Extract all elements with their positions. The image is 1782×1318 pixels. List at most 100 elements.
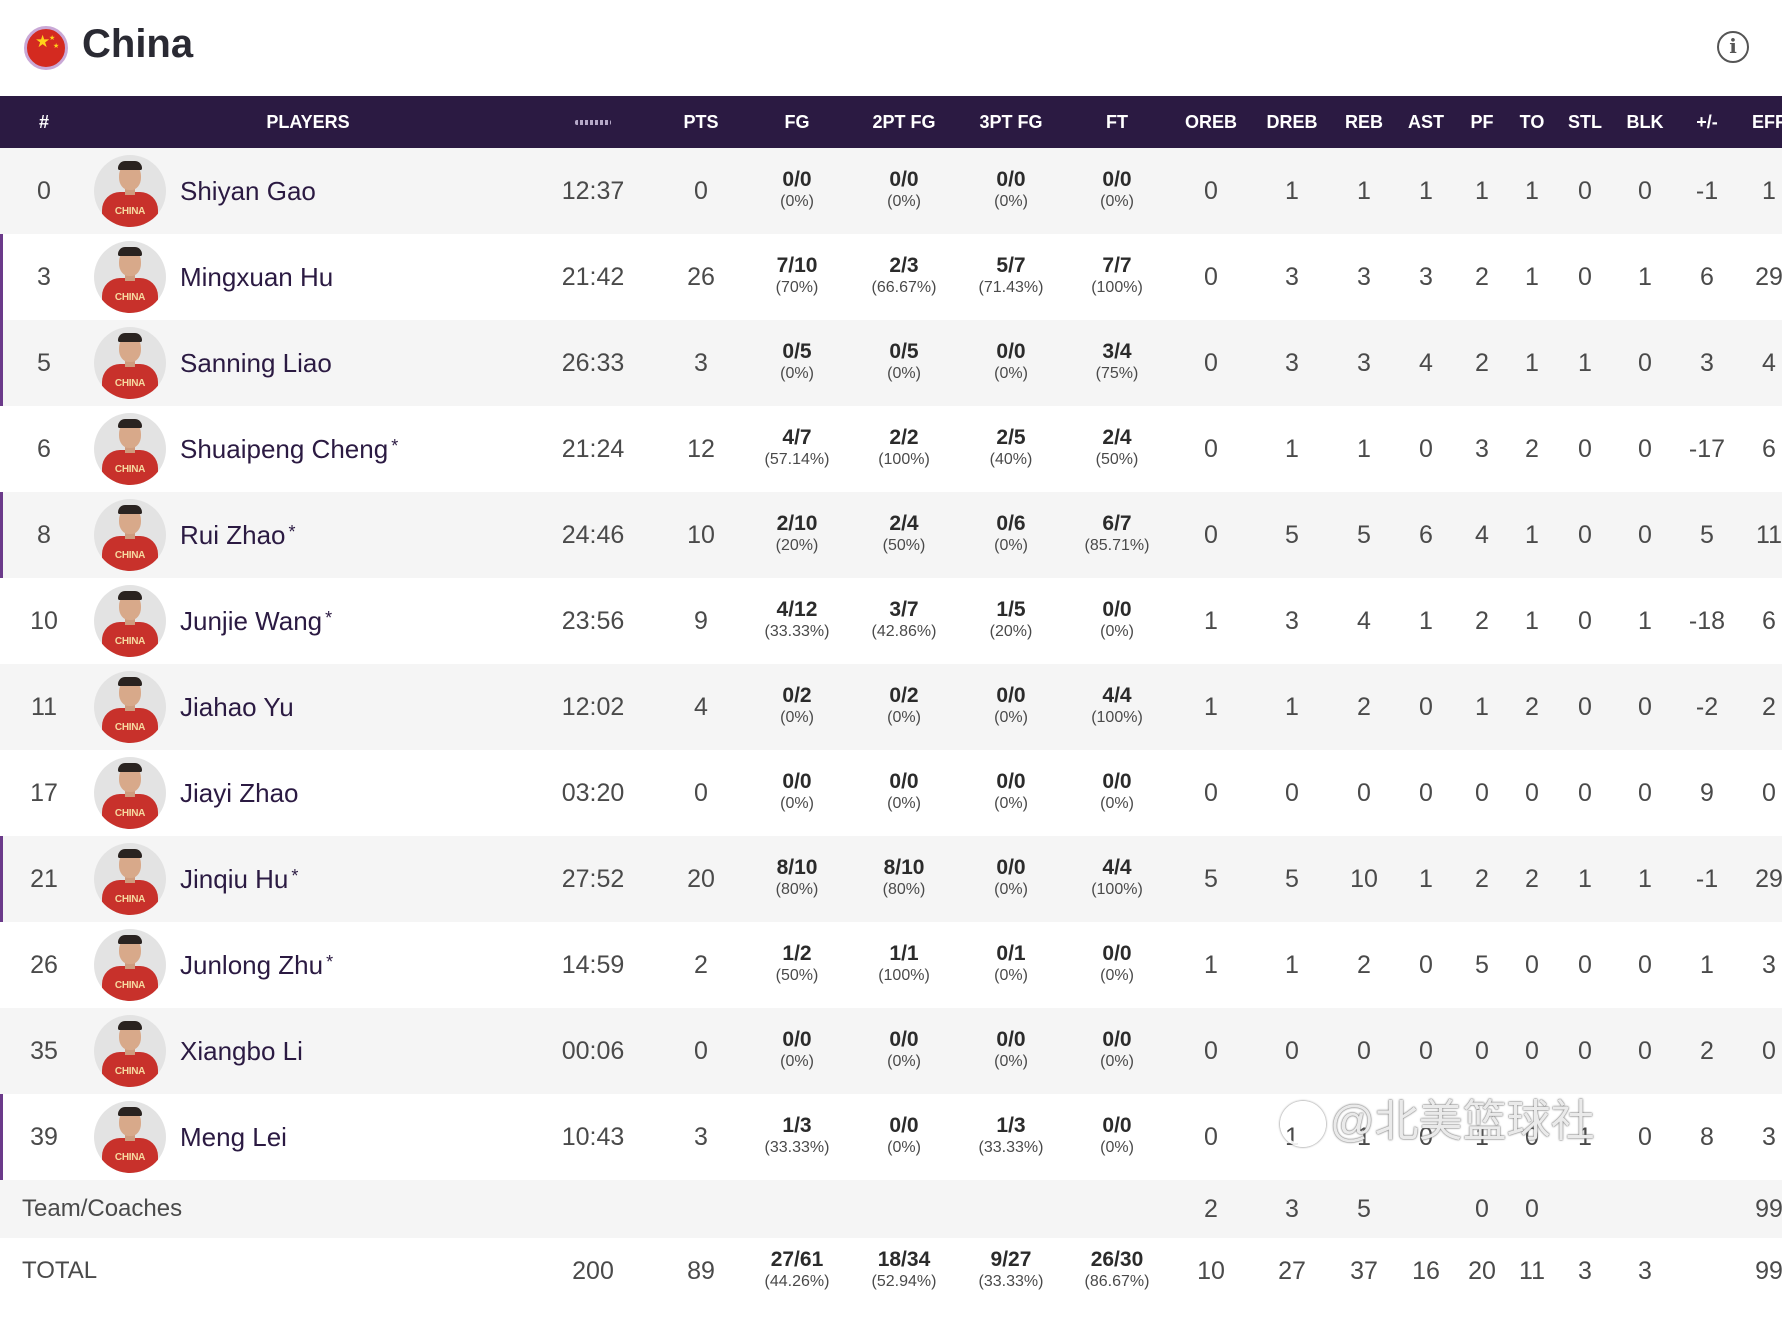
column-header-13[interactable]: TO bbox=[1508, 96, 1556, 148]
oreb: 0 bbox=[1170, 750, 1252, 836]
player-row[interactable]: 0 CHINA Shiyan Gao 12:37 0 0/0 (0%) 0/0 (0%) 0… bbox=[0, 148, 1782, 234]
column-header-15[interactable]: BLK bbox=[1614, 96, 1676, 148]
player-name[interactable]: Junlong Zhu * bbox=[180, 950, 333, 981]
fg2-pct: (0%) bbox=[887, 364, 921, 382]
eff: 29 bbox=[1738, 234, 1782, 320]
player-name-text: Rui Zhao bbox=[180, 519, 286, 550]
reb: 5 bbox=[1332, 492, 1396, 578]
column-header-17[interactable]: EFF bbox=[1738, 96, 1782, 148]
player-row[interactable]: 8 CHINA Rui Zhao * 24:46 10 2/10 (20%) 2/4 (50… bbox=[0, 492, 1782, 578]
plus-minus: 8 bbox=[1676, 1094, 1738, 1180]
player-cell[interactable]: CHINA Jiahao Yu bbox=[88, 664, 528, 750]
player-name[interactable]: Junjie Wang * bbox=[180, 606, 332, 637]
column-header-8[interactable]: OREB bbox=[1170, 96, 1252, 148]
column-header-2[interactable] bbox=[528, 96, 658, 148]
player-row[interactable]: 3 CHINA Mingxuan Hu 21:42 26 7/10 (70%) 2/3(… bbox=[0, 234, 1782, 320]
stl: 0 bbox=[1556, 492, 1614, 578]
starter-mark: * bbox=[325, 607, 333, 628]
jersey-text: CHINA bbox=[114, 636, 146, 647]
player-row[interactable]: 11 CHINA Jiahao Yu 12:02 4 0/2 (0%) 0/2 (0%) 0… bbox=[0, 664, 1782, 750]
column-header-11[interactable]: AST bbox=[1396, 96, 1456, 148]
fg3-pct: (0%) bbox=[994, 536, 1028, 554]
fg3-made: 0/0 bbox=[996, 856, 1026, 880]
fg: 7/10 (70%) bbox=[744, 234, 850, 320]
fg-pct: (0%) bbox=[780, 364, 814, 382]
minutes: 10:43 bbox=[528, 1094, 658, 1180]
column-header-6[interactable]: 3PT FG bbox=[958, 96, 1064, 148]
player-row[interactable]: 10 CHINA Junjie Wang * 23:56 9 4/12 (33.33%)… bbox=[0, 578, 1782, 664]
ft-made: 6/7 bbox=[1102, 512, 1132, 536]
team-pm bbox=[1676, 1180, 1738, 1238]
column-header-16[interactable]: +/- bbox=[1676, 96, 1738, 148]
stl: 0 bbox=[1556, 1008, 1614, 1094]
fg-pct: (20%) bbox=[775, 536, 819, 554]
column-header-0[interactable]: # bbox=[0, 96, 88, 148]
player-cell[interactable]: CHINA Jiayi Zhao bbox=[88, 750, 528, 836]
points: 0 bbox=[658, 750, 744, 836]
column-header-9[interactable]: DREB bbox=[1252, 96, 1332, 148]
info-icon[interactable]: i bbox=[1717, 31, 1749, 63]
column-header-7[interactable]: FT bbox=[1064, 96, 1170, 148]
player-row[interactable]: 17 CHINA Jiayi Zhao 03:20 0 0/0 (0%) 0/0 (0%)… bbox=[0, 750, 1782, 836]
player-name[interactable]: Jinqiu Hu * bbox=[180, 864, 298, 895]
player-name[interactable]: Shiyan Gao bbox=[180, 176, 319, 207]
player-avatar: CHINA bbox=[94, 241, 166, 313]
watermark-text: @北美篮球社 bbox=[1330, 1097, 1595, 1146]
eff: 0 bbox=[1738, 750, 1782, 836]
starter-mark: * bbox=[288, 521, 296, 542]
column-header-12[interactable]: PF bbox=[1456, 96, 1508, 148]
jersey-text: CHINA bbox=[114, 206, 146, 217]
to: 1 bbox=[1508, 492, 1556, 578]
fg2-pct: (100%) bbox=[878, 966, 930, 984]
column-header-10[interactable]: REB bbox=[1332, 96, 1396, 148]
ft-made: 4/4 bbox=[1102, 684, 1132, 708]
player-cell[interactable]: CHINA Xiangbo Li bbox=[88, 1008, 528, 1094]
player-row[interactable]: 6 CHINA Shuaipeng Cheng * 21:24 12 4/7 (57.1… bbox=[0, 406, 1782, 492]
fg3-pct: (0%) bbox=[994, 966, 1028, 984]
ft-pct: (75%) bbox=[1095, 364, 1139, 382]
column-header-14[interactable]: STL bbox=[1556, 96, 1614, 148]
player-cell[interactable]: CHINA Sanning Liao bbox=[88, 320, 528, 406]
dreb: 5 bbox=[1252, 492, 1332, 578]
player-name[interactable]: Jiahao Yu bbox=[180, 692, 297, 723]
player-name[interactable]: Meng Lei bbox=[180, 1122, 290, 1153]
player-name[interactable]: Sanning Liao bbox=[180, 348, 335, 379]
player-cell[interactable]: CHINA Meng Lei bbox=[88, 1094, 528, 1180]
player-cell[interactable]: CHINA Junlong Zhu * bbox=[88, 922, 528, 1008]
ft-made: 0/0 bbox=[1102, 168, 1132, 192]
ft-pct: (100%) bbox=[1091, 278, 1143, 296]
reb: 4 bbox=[1332, 578, 1396, 664]
player-name[interactable]: Shuaipeng Cheng * bbox=[180, 434, 398, 465]
player-avatar: CHINA bbox=[94, 585, 166, 657]
player-name[interactable]: Xiangbo Li bbox=[180, 1036, 306, 1067]
total-fg3: 9/27 (33.33%) bbox=[958, 1238, 1064, 1304]
to: 0 bbox=[1508, 922, 1556, 1008]
player-cell[interactable]: CHINA Jinqiu Hu * bbox=[88, 836, 528, 922]
column-header-3[interactable]: PTS bbox=[658, 96, 744, 148]
player-name[interactable]: Mingxuan Hu bbox=[180, 262, 336, 293]
jersey-number: 0 bbox=[0, 148, 88, 234]
player-cell[interactable]: CHINA Rui Zhao * bbox=[88, 492, 528, 578]
player-avatar: CHINA bbox=[94, 671, 166, 743]
player-cell[interactable]: CHINA Shiyan Gao bbox=[88, 148, 528, 234]
player-cell[interactable]: CHINA Shuaipeng Cheng * bbox=[88, 406, 528, 492]
player-name-text: Junlong Zhu bbox=[180, 949, 324, 980]
player-cell[interactable]: CHINA Junjie Wang * bbox=[88, 578, 528, 664]
player-row[interactable]: 26 CHINA Junlong Zhu * 14:59 2 1/2 (50%) 1/1(… bbox=[0, 922, 1782, 1008]
to: 2 bbox=[1508, 836, 1556, 922]
points: 9 bbox=[658, 578, 744, 664]
plus-minus: 3 bbox=[1676, 320, 1738, 406]
player-name-text: Shiyan Gao bbox=[180, 175, 316, 206]
player-name[interactable]: Rui Zhao * bbox=[180, 520, 296, 551]
player-row[interactable]: 5 CHINA Sanning Liao 26:33 3 0/5 (0%) 0/5 (0%… bbox=[0, 320, 1782, 406]
player-cell[interactable]: CHINA Mingxuan Hu bbox=[88, 234, 528, 320]
column-header-5[interactable]: 2PT FG bbox=[850, 96, 958, 148]
column-header-1[interactable]: PLAYERS bbox=[88, 96, 528, 148]
total-fg-pct: (44.26%) bbox=[764, 1272, 830, 1290]
fg3-made: 0/0 bbox=[996, 770, 1026, 794]
player-row[interactable]: 21 CHINA Jinqiu Hu * 27:52 20 8/10 (80%) 8/10… bbox=[0, 836, 1782, 922]
column-header-4[interactable]: FG bbox=[744, 96, 850, 148]
total-fg3-pct: (33.33%) bbox=[978, 1272, 1044, 1290]
player-name[interactable]: Jiayi Zhao bbox=[180, 778, 302, 809]
player-row[interactable]: 35 CHINA Xiangbo Li 00:06 0 0/0 (0%) 0/0 (0%)… bbox=[0, 1008, 1782, 1094]
